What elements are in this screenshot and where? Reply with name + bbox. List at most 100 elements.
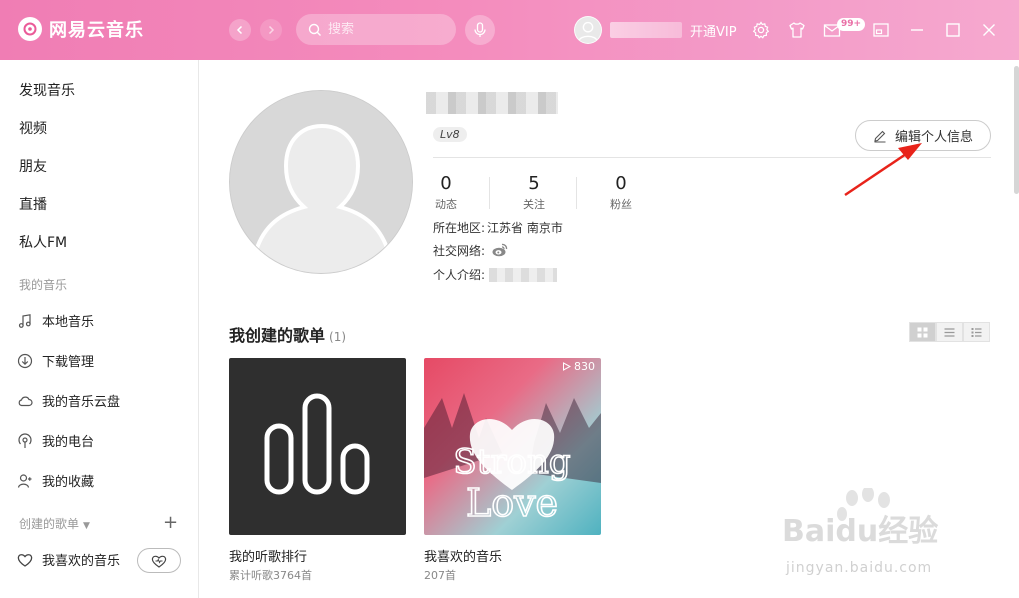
skin-button[interactable] xyxy=(787,20,807,40)
detail-view-button[interactable] xyxy=(963,322,990,342)
sidebar: 发现音乐 视频 朋友 直播 私人FM 我的音乐 本地音乐 下载管理 我的音乐云盘… xyxy=(0,60,199,598)
pencil-icon xyxy=(874,130,886,143)
sidebar-item-friends[interactable]: 朋友 xyxy=(19,156,47,176)
forward-button[interactable] xyxy=(260,19,282,41)
sidebar-item-collection[interactable]: 我的收藏 xyxy=(17,471,94,490)
create-playlist-button[interactable]: + xyxy=(163,514,178,532)
maximize-button[interactable] xyxy=(943,20,963,40)
sidebar-item-discover[interactable]: 发现音乐 xyxy=(19,80,75,100)
playlist-count: (1) xyxy=(329,330,347,344)
sidebar-item-label: 下载管理 xyxy=(42,355,95,370)
sidebar-item-downloads[interactable]: 下载管理 xyxy=(17,351,94,370)
stat-divider xyxy=(576,177,577,209)
sidebar-item-label: 我的电台 xyxy=(42,435,95,450)
heart-icon xyxy=(17,553,33,567)
social-label: 社交网络: xyxy=(433,243,486,258)
playlist-cover-listening-rank[interactable] xyxy=(229,358,406,535)
play-count-value: 830 xyxy=(574,360,595,373)
default-avatar-icon xyxy=(578,21,598,42)
heartbeat-mode-button[interactable] xyxy=(137,548,181,573)
music-note-icon xyxy=(18,313,31,328)
detail-list-icon xyxy=(971,327,982,337)
sidebar-item-personal-fm[interactable]: 私人FM xyxy=(19,232,67,252)
app-logo[interactable]: 网易云音乐 xyxy=(18,16,144,42)
stat-label: 动态 xyxy=(435,198,457,211)
profile-name-blurred xyxy=(426,92,558,114)
message-count-badge: 99+ xyxy=(837,18,866,31)
profile-avatar[interactable] xyxy=(229,90,413,274)
voice-search-button[interactable] xyxy=(465,15,495,45)
stat-number: 0 xyxy=(440,173,452,194)
edit-profile-button[interactable]: 编辑个人信息 xyxy=(855,120,991,151)
playlist-cover-liked-music[interactable]: Strong Love 830 xyxy=(424,358,601,535)
stat-number: 5 xyxy=(528,173,540,194)
search-icon xyxy=(308,23,321,36)
sidebar-item-label: 我喜欢的音乐 xyxy=(42,554,121,569)
open-vip-link[interactable]: 开通VIP xyxy=(690,21,737,40)
playlist-subtitle: 累计听歌3764首 xyxy=(229,569,312,582)
region-row: 所在地区: 江苏省 南京市 xyxy=(433,219,563,236)
grid-icon xyxy=(917,327,928,337)
section-title-text: 我创建的歌单 xyxy=(229,326,326,345)
sidebar-item-local-music[interactable]: 本地音乐 xyxy=(17,311,94,330)
username-blurred[interactable] xyxy=(610,22,682,38)
title-bar: 网易云音乐 开通VIP 99+ xyxy=(0,0,1019,60)
my-music-header: 我的音乐 xyxy=(19,278,68,292)
microphone-icon xyxy=(474,22,486,37)
grid-view-button[interactable] xyxy=(909,322,936,342)
intro-value-blurred xyxy=(489,267,558,282)
region-label: 所在地区: xyxy=(433,221,486,235)
play-count: 830 xyxy=(562,360,595,373)
mini-mode-button[interactable] xyxy=(871,20,891,40)
maximize-icon xyxy=(946,23,960,37)
sidebar-item-label: 我的音乐云盘 xyxy=(42,395,121,410)
playlist-title[interactable]: 我喜欢的音乐 xyxy=(424,546,502,565)
mini-player-icon xyxy=(873,23,889,37)
settings-button[interactable] xyxy=(751,20,771,40)
stat-number: 0 xyxy=(615,173,627,194)
view-mode-switch xyxy=(909,322,990,342)
gear-icon xyxy=(752,21,770,39)
radio-icon xyxy=(18,432,32,448)
sidebar-item-cloud-drive[interactable]: 我的音乐云盘 xyxy=(17,391,120,410)
sidebar-item-label: 我的收藏 xyxy=(42,475,95,490)
stat-following[interactable]: 5 关注 xyxy=(504,174,564,212)
back-button[interactable] xyxy=(229,19,251,41)
profile-divider xyxy=(433,157,991,158)
chevron-left-icon xyxy=(236,25,243,35)
minimize-button[interactable] xyxy=(907,20,927,40)
user-avatar[interactable] xyxy=(574,16,602,44)
stat-posts[interactable]: 0 动态 xyxy=(416,174,476,212)
sidebar-item-label: 本地音乐 xyxy=(42,315,95,330)
list-view-button[interactable] xyxy=(936,322,963,342)
user-level-badge: Lv8 xyxy=(433,127,467,142)
created-playlists-header[interactable]: 创建的歌单 ▼ xyxy=(19,515,90,532)
sidebar-item-live[interactable]: 直播 xyxy=(19,194,47,214)
baidu-jingyan-watermark: Baidu经验 xyxy=(782,514,939,549)
minimize-icon xyxy=(911,29,923,31)
collection-icon xyxy=(17,473,32,488)
app-name: 网易云音乐 xyxy=(49,20,144,41)
cover-title-strong: Strong xyxy=(453,442,570,482)
playlist-title[interactable]: 我的听歌排行 xyxy=(229,546,307,565)
sidebar-item-video[interactable]: 视频 xyxy=(19,118,47,138)
sidebar-item-liked-music[interactable]: 我喜欢的音乐 xyxy=(17,550,120,569)
caret-down-icon: ▼ xyxy=(83,521,90,531)
search-input[interactable] xyxy=(328,22,448,37)
stat-followers[interactable]: 0 粉丝 xyxy=(591,174,651,212)
play-icon xyxy=(563,362,571,371)
created-playlists-label: 创建的歌单 xyxy=(19,517,80,531)
listening-rank-icon xyxy=(264,393,370,495)
close-button[interactable] xyxy=(979,20,999,40)
stat-label: 关注 xyxy=(523,198,545,211)
intro-row: 个人介绍: xyxy=(433,266,558,283)
default-avatar-icon xyxy=(230,91,412,273)
stat-divider xyxy=(489,177,490,209)
tshirt-icon xyxy=(789,22,805,38)
weibo-icon[interactable] xyxy=(491,241,509,259)
search-box[interactable] xyxy=(296,14,456,45)
close-icon xyxy=(983,24,995,36)
edit-profile-label: 编辑个人信息 xyxy=(894,130,973,145)
sidebar-item-radio[interactable]: 我的电台 xyxy=(17,431,94,450)
scrollbar[interactable] xyxy=(1014,66,1019,194)
